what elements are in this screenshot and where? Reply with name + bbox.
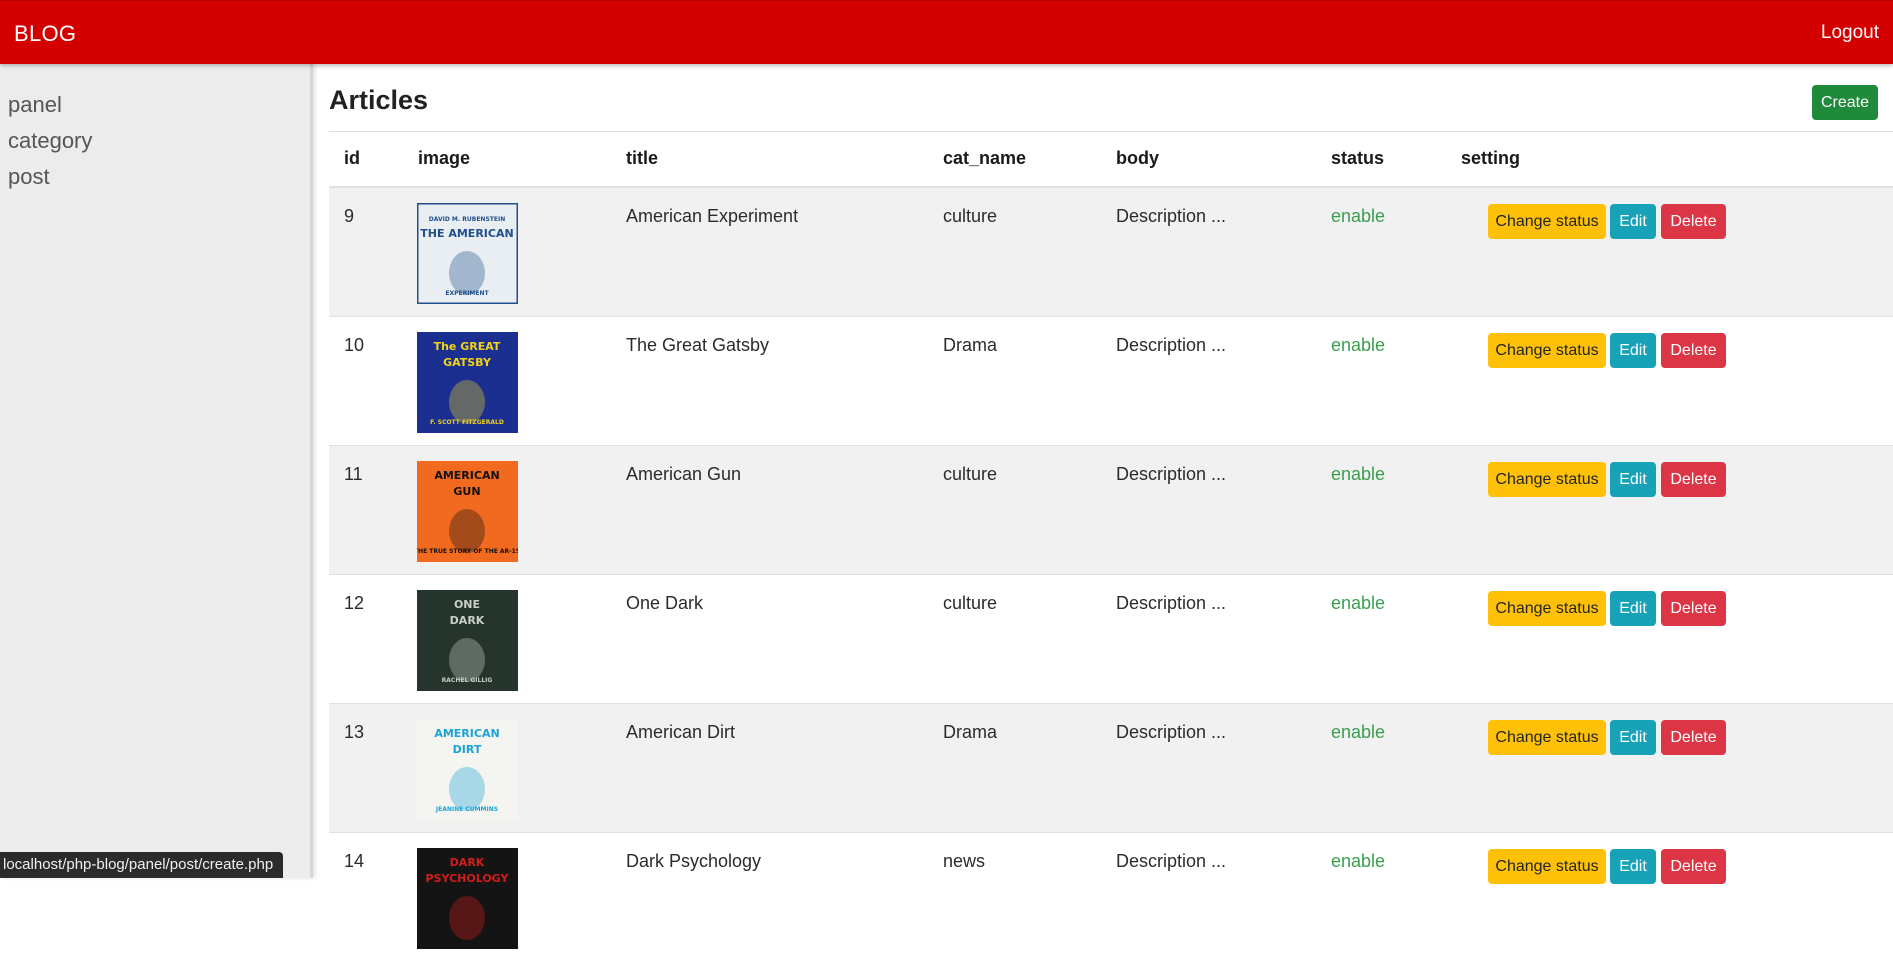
book-cover-text: RACHEL GILLIG [442,677,493,684]
book-cover-text: AMERICAN [434,727,499,740]
cell-cat-name: news [943,851,986,871]
table-row: 12 ONE DARK RACHEL GILLIG One Dark culture Des… [329,574,1893,703]
cell-body: Description ... [1116,593,1227,613]
book-cover-image: DAVID M. RUBENSTEIN THE AMERICAN EXPERIMEN… [417,203,518,304]
cell-title: The Great Gatsby [626,335,770,355]
page-title: Articles [329,85,429,115]
title-divider [329,131,1893,132]
cell-id: 10 [344,335,365,355]
book-cover-text: THE TRUE STORY OF THE AR-15 [417,548,518,555]
status-badge: enable [1331,464,1386,484]
delete-button[interactable]: Delete [1661,720,1726,755]
column-header-body: body [1116,148,1159,168]
cell-title: American Experiment [626,206,799,226]
book-cover-text: DAVID M. RUBENSTEIN [429,216,505,223]
book-cover-text: JEANINE CUMMINS [435,806,498,813]
column-header-image: image [418,148,471,168]
status-badge: enable [1331,593,1386,613]
edit-button[interactable]: Edit [1610,333,1656,368]
cell-title: Dark Psychology [626,851,762,871]
status-badge: enable [1331,851,1386,871]
book-cover-text: AMERICAN [434,469,499,482]
change-status-button[interactable]: Change status [1488,720,1606,755]
cell-id: 9 [344,206,355,226]
book-cover-text: GUN [453,485,480,498]
book-cover-text: ONE [454,598,480,611]
delete-button[interactable]: Delete [1661,591,1726,626]
cell-id: 13 [344,722,365,742]
table-row: 9 DAVID M. RUBENSTEIN THE AMERICAN EXPERIME… [329,187,1893,316]
column-header-status: status [1331,148,1385,168]
book-cover-text: GATSBY [443,356,492,369]
cell-body: Description ... [1116,851,1227,871]
book-cover-text: EXPERIMENT [445,290,489,297]
status-badge: enable [1331,722,1386,742]
table-row: 13 AMERICAN DIRT JEANINE CUMMINS American Di… [329,703,1893,832]
cell-body: Description ... [1116,206,1227,226]
cell-body: Description ... [1116,335,1227,355]
cell-cat-name: culture [943,206,998,226]
cell-cat-name: culture [943,593,998,613]
top-navbar: BLOG Logout [0,0,1893,64]
change-status-button[interactable]: Change status [1488,333,1606,368]
cell-cat-name: Drama [943,335,998,355]
delete-button[interactable]: Delete [1661,204,1726,239]
status-badge: enable [1331,206,1386,226]
edit-button[interactable]: Edit [1610,204,1656,239]
book-cover-text: PSYCHOLOGY [426,872,510,885]
cell-id: 12 [344,593,365,613]
cell-cat-name: culture [943,464,998,484]
sidebar-item-post[interactable]: post [8,164,50,190]
create-button[interactable]: Create [1812,85,1878,120]
sidebar-item-category[interactable]: category [8,128,92,154]
cell-title: American Gun [626,464,742,484]
cell-body: Description ... [1116,722,1227,742]
cell-id: 11 [344,464,363,484]
book-cover-image: AMERICAN DIRT JEANINE CUMMINS [417,719,518,820]
edit-button[interactable]: Edit [1610,462,1656,497]
book-cover-text: DARK [450,856,485,869]
table-row: 10 The GREAT GATSBY F. SCOTT FITZGERALD The … [329,316,1893,445]
cell-title: One Dark [626,593,704,613]
cell-cat-name: Drama [943,722,998,742]
book-cover-text: DARK [450,614,485,627]
change-status-button[interactable]: Change status [1488,462,1606,497]
sidebar: panel category post [0,64,313,878]
book-cover-image: AMERICAN GUN THE TRUE STORY OF THE AR-15 [417,461,518,562]
table-row: 11 AMERICAN GUN THE TRUE STORY OF THE AR-15… [329,445,1893,574]
cell-body: Description ... [1116,464,1227,484]
cell-title: American Dirt [626,722,736,742]
change-status-button[interactable]: Change status [1488,204,1606,239]
column-header-cat-name: cat_name [943,148,1027,168]
main-content: Articles Create id image title cat_name … [316,64,1893,961]
edit-button[interactable]: Edit [1610,591,1656,626]
book-cover-text: DIRT [453,743,482,756]
brand-logo[interactable]: BLOG [14,21,76,47]
delete-button[interactable]: Delete [1661,849,1726,884]
cell-id: 14 [344,851,365,871]
change-status-button[interactable]: Change status [1488,849,1606,884]
edit-button[interactable]: Edit [1610,849,1656,884]
delete-button[interactable]: Delete [1661,333,1726,368]
change-status-button[interactable]: Change status [1488,591,1606,626]
table-row: 14 DARK PSYCHOLOGY Dark Psychology news Descr… [329,832,1893,961]
edit-button[interactable]: Edit [1610,720,1656,755]
delete-button[interactable]: Delete [1661,462,1726,497]
column-header-id: id [344,148,360,168]
logout-link[interactable]: Logout [1821,22,1879,44]
status-badge: enable [1331,335,1386,355]
column-header-setting: setting [1461,148,1521,168]
book-cover-text: F. SCOTT FITZGERALD [430,419,504,426]
column-header-title: title [626,148,659,168]
browser-status-url: localhost/php-blog/panel/post/create.php [0,852,284,878]
book-cover-image: ONE DARK RACHEL GILLIG [417,590,518,691]
sidebar-item-panel[interactable]: panel [8,92,62,118]
book-cover-image: The GREAT GATSBY F. SCOTT FITZGERALD [417,332,518,433]
book-cover-image: DARK PSYCHOLOGY [417,848,518,949]
book-cover-text: THE AMERICAN [420,227,513,240]
book-cover-text: The GREAT [434,340,501,353]
